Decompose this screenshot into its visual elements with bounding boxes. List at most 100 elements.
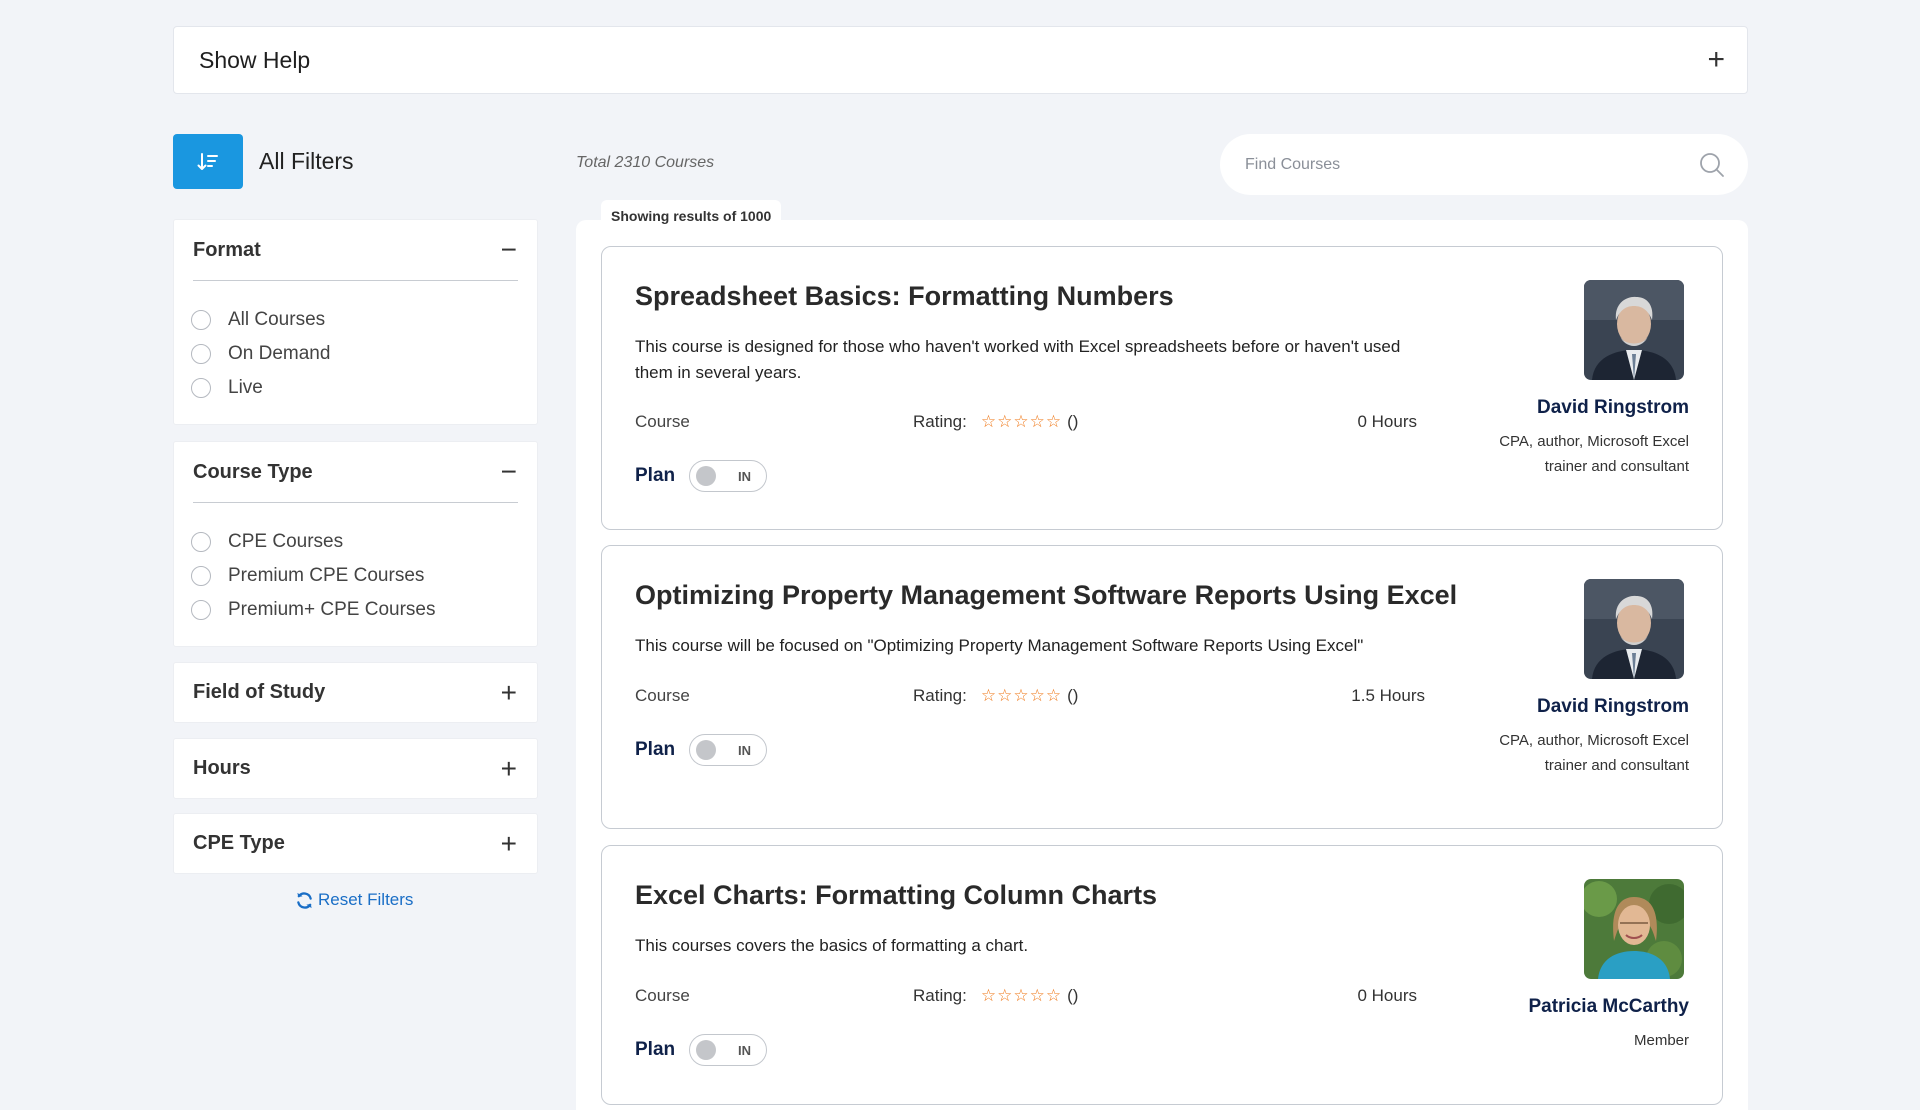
course-title[interactable]: Optimizing Property Management Software …: [635, 580, 1457, 611]
woman-portrait-icon: [1584, 879, 1684, 979]
filter-panel-header[interactable]: Field of Study +: [174, 663, 537, 722]
rating-count: (): [1067, 686, 1079, 705]
filter-panel-course-type: Course Type − CPE Courses Premium CPE Co…: [173, 441, 538, 647]
show-help-title: Show Help: [199, 46, 311, 73]
plan-toggle[interactable]: IN: [689, 1034, 767, 1066]
toggle-text: IN: [738, 743, 751, 758]
course-title[interactable]: Spreadsheet Basics: Formatting Numbers: [635, 281, 1174, 312]
toggle-knob: [696, 466, 716, 486]
toggle-text: IN: [738, 469, 751, 484]
toggle-knob: [696, 1040, 716, 1060]
filter-panel-header[interactable]: Course Type −: [174, 442, 537, 502]
filter-panel-title: CPE Type: [193, 832, 285, 854]
filter-option-on-demand[interactable]: On Demand: [191, 337, 537, 371]
filter-option-all-courses[interactable]: All Courses: [191, 303, 537, 337]
radio-button[interactable]: [191, 600, 211, 620]
filter-option-cpe-courses[interactable]: CPE Courses: [191, 525, 537, 559]
radio-button[interactable]: [191, 344, 211, 364]
course-title[interactable]: Excel Charts: Formatting Column Charts: [635, 880, 1157, 911]
rating-count: (): [1067, 986, 1079, 1005]
search-box[interactable]: [1220, 134, 1748, 195]
author-name[interactable]: David Ringstrom: [1537, 696, 1689, 718]
course-description: This course will be focused on "Optimizi…: [635, 636, 1364, 655]
minus-icon[interactable]: −: [501, 458, 517, 486]
filter-panel-format: Format − All Courses On Demand Live: [173, 219, 538, 425]
option-label: Live: [228, 377, 263, 398]
filter-panel-field-of-study[interactable]: Field of Study +: [173, 662, 538, 723]
radio-button[interactable]: [191, 566, 211, 586]
filter-panel-title: Hours: [193, 757, 251, 779]
course-type: Course: [635, 412, 690, 431]
sort-icon: [197, 152, 218, 170]
plan-toggle[interactable]: IN: [689, 734, 767, 766]
filter-option-live[interactable]: Live: [191, 371, 537, 405]
author-name[interactable]: Patricia McCarthy: [1528, 996, 1689, 1018]
star-rating-icon: ☆☆☆☆☆: [980, 986, 1063, 1005]
rating-count: (): [1067, 412, 1079, 431]
search-icon[interactable]: [1698, 151, 1726, 179]
star-rating-icon: ☆☆☆☆☆: [980, 412, 1063, 431]
author-role: CPA, author, Microsoft Excel trainer and…: [1499, 732, 1689, 774]
reset-filters-link[interactable]: Reset Filters: [295, 890, 413, 910]
avatar[interactable]: [1584, 579, 1684, 679]
filter-panel-title: Course Type: [193, 460, 313, 483]
star-rating-icon: ☆☆☆☆☆: [980, 686, 1063, 705]
radio-button[interactable]: [191, 310, 211, 330]
filter-panel-hours[interactable]: Hours +: [173, 738, 538, 799]
toggle-text: IN: [738, 1043, 751, 1058]
course-hours: 0 Hours: [1357, 986, 1417, 1005]
filter-sort-button[interactable]: [173, 134, 243, 189]
filter-panel-title: Field of Study: [193, 681, 326, 703]
radio-button[interactable]: [191, 378, 211, 398]
author-role: CPA, author, Microsoft Excel trainer and…: [1499, 433, 1689, 475]
plus-icon[interactable]: +: [1707, 45, 1725, 75]
filter-option-premium-plus-cpe[interactable]: Premium+ CPE Courses: [191, 593, 537, 627]
option-label: All Courses: [228, 309, 326, 330]
plus-icon[interactable]: +: [501, 678, 517, 707]
plus-icon[interactable]: +: [501, 754, 517, 783]
course-card[interactable]: Excel Charts: Formatting Column Charts T…: [601, 845, 1723, 1105]
course-hours: 1.5 Hours: [1351, 686, 1425, 705]
minus-icon[interactable]: −: [501, 236, 517, 264]
course-description: This course is designed for those who ha…: [635, 337, 1401, 382]
plan-toggle[interactable]: IN: [689, 460, 767, 492]
filter-option-premium-cpe[interactable]: Premium CPE Courses: [191, 559, 537, 593]
course-type: Course: [635, 686, 690, 705]
plus-icon[interactable]: +: [501, 829, 517, 858]
option-label: On Demand: [228, 343, 331, 364]
man-portrait-icon: [1584, 280, 1684, 380]
man-portrait-icon: [1584, 579, 1684, 679]
filter-panel-header[interactable]: CPE Type +: [174, 814, 537, 873]
all-filters-label: All Filters: [259, 148, 354, 174]
radio-button[interactable]: [191, 532, 211, 552]
avatar[interactable]: [1584, 879, 1684, 979]
course-card[interactable]: Optimizing Property Management Software …: [601, 545, 1723, 829]
total-courses-count: Total 2310 Courses: [576, 154, 715, 171]
option-label: Premium+ CPE Courses: [228, 599, 436, 620]
author-name[interactable]: David Ringstrom: [1537, 397, 1689, 419]
plan-label: Plan: [635, 465, 676, 486]
avatar[interactable]: [1584, 280, 1684, 380]
course-type: Course: [635, 986, 690, 1005]
search-input[interactable]: [1245, 155, 1698, 174]
filter-panel-header[interactable]: Hours +: [174, 739, 537, 798]
reset-filters-label: Reset Filters: [318, 890, 414, 909]
course-card[interactable]: Spreadsheet Basics: Formatting Numbers T…: [601, 246, 1723, 530]
rating-label: Rating:: [913, 686, 967, 705]
show-help-bar[interactable]: Show Help +: [173, 26, 1748, 94]
author-role: Member: [1633, 1032, 1689, 1049]
option-label: CPE Courses: [228, 531, 344, 552]
course-rating: Rating: ☆☆☆☆☆ (): [913, 686, 1078, 706]
filter-panel-header[interactable]: Format −: [174, 220, 537, 280]
filter-panel-title: Format: [193, 238, 261, 261]
course-description: This courses covers the basics of format…: [635, 936, 1029, 955]
plan-label: Plan: [635, 1039, 676, 1060]
refresh-icon: [297, 891, 312, 909]
course-hours: 0 Hours: [1357, 412, 1417, 431]
showing-results-tab: Showing results of 1000: [601, 200, 782, 230]
plan-label: Plan: [635, 739, 676, 760]
filter-panel-cpe-type[interactable]: CPE Type +: [173, 813, 538, 874]
option-label: Premium CPE Courses: [228, 565, 425, 586]
toggle-knob: [696, 740, 716, 760]
rating-label: Rating:: [913, 986, 967, 1005]
